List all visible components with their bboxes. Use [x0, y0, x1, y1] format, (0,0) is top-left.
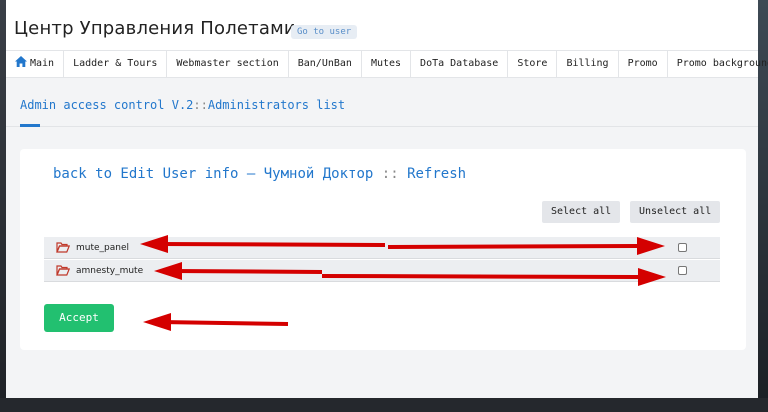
- permission-checkbox[interactable]: [678, 243, 687, 252]
- permission-checkbox[interactable]: [678, 266, 687, 275]
- background-bottom: [0, 398, 768, 412]
- permission-row: mute_panel: [44, 237, 720, 259]
- go-to-user-link[interactable]: Go to user: [291, 25, 358, 39]
- heading-separator: ::: [193, 98, 208, 112]
- main-panel: Центр Управления Полетами Go to user Mai…: [6, 0, 768, 398]
- nav-item-main[interactable]: Main: [6, 51, 65, 77]
- nav-item-promo-background[interactable]: Promo background: [668, 51, 768, 77]
- home-icon: [15, 56, 27, 67]
- card-heading: back to Edit User info – Чумной Доктор :…: [53, 166, 466, 182]
- select-all-button[interactable]: Select all: [542, 201, 621, 223]
- back-to-user-link[interactable]: back to Edit User info: [53, 166, 238, 182]
- page-heading: Admin access control V.2::Administrators…: [20, 98, 345, 112]
- nav-item-label: Main: [30, 58, 55, 69]
- folder-open-icon: [56, 265, 70, 276]
- site-title: Центр Управления Полетами: [14, 18, 296, 39]
- heading-separator: ::: [381, 166, 399, 182]
- heading-dash: –: [246, 166, 256, 182]
- nav-item-ladder-tours[interactable]: Ladder & Tours: [64, 51, 168, 77]
- nav-item-store[interactable]: Store: [508, 51, 558, 77]
- nav-item-dota-database[interactable]: DoTa Database: [411, 51, 509, 77]
- main-nav: Main Ladder & Tours Webmaster section Ba…: [6, 50, 768, 78]
- heading-divider: [6, 126, 758, 127]
- heading-page-title: Administrators list: [207, 98, 346, 112]
- site-header: Центр Управления Полетами Go to user: [6, 0, 758, 50]
- permissions-card: back to Edit User info – Чумной Доктор :…: [20, 149, 746, 350]
- unselect-all-button[interactable]: Unselect all: [630, 201, 721, 223]
- nav-item-promo[interactable]: Promo: [619, 51, 668, 77]
- nav-item-webmaster[interactable]: Webmaster section: [167, 51, 289, 77]
- permission-name: amnesty_mute: [76, 266, 144, 276]
- heading-section-link[interactable]: Admin access control V.2: [20, 98, 193, 112]
- accept-button[interactable]: Accept: [44, 304, 114, 332]
- nav-item-billing[interactable]: Billing: [557, 51, 619, 77]
- permission-name: mute_panel: [76, 243, 130, 253]
- folder-open-icon: [56, 242, 70, 253]
- user-name: Чумной Доктор: [263, 166, 374, 182]
- nav-item-mutes[interactable]: Mutes: [362, 51, 412, 77]
- refresh-link[interactable]: Refresh: [407, 166, 466, 182]
- permission-row: amnesty_mute: [44, 260, 720, 282]
- nav-item-ban-unban[interactable]: Ban/UnBan: [289, 51, 362, 77]
- active-tab-underline: [20, 124, 40, 127]
